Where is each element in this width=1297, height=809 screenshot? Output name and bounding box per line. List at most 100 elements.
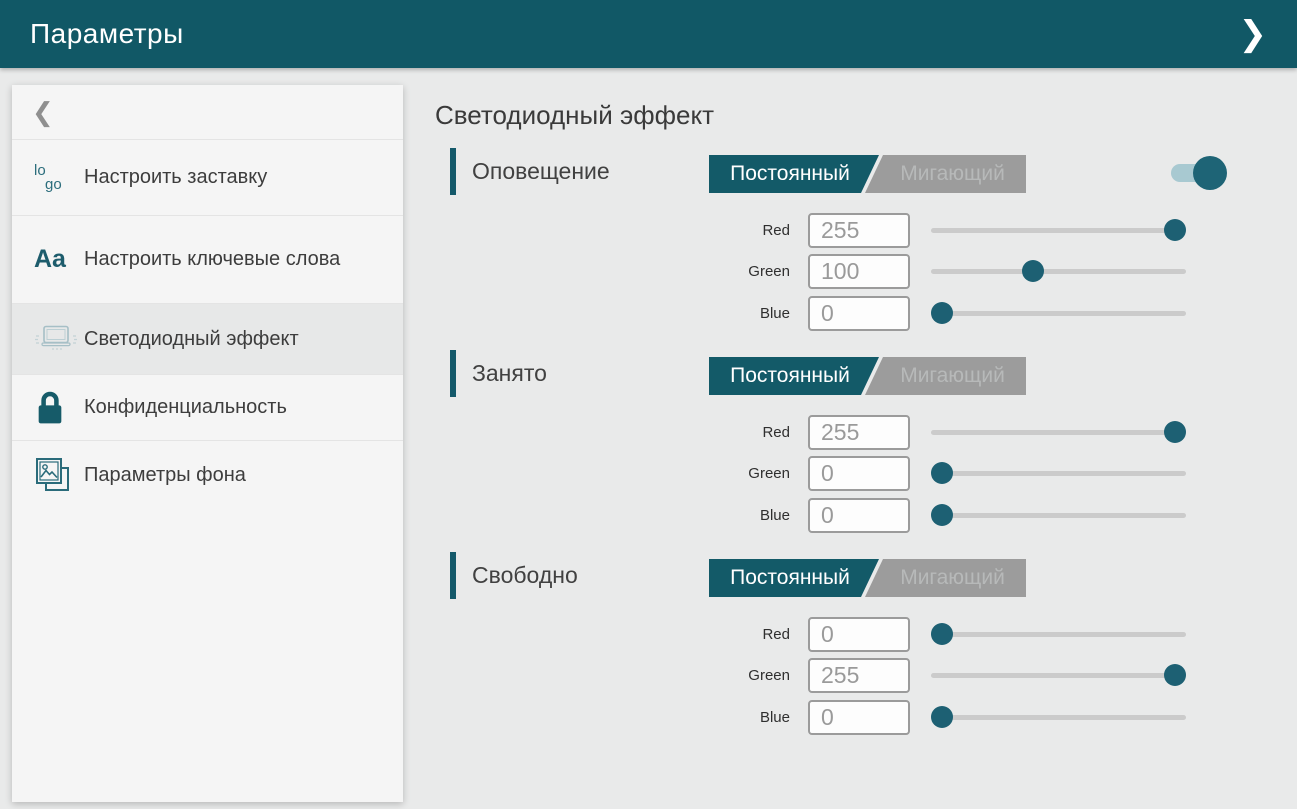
channel-row-green: Green xyxy=(435,456,1235,491)
green-slider[interactable] xyxy=(931,269,1186,274)
slider-track xyxy=(931,715,1186,720)
slider-track xyxy=(931,513,1186,518)
red-slider[interactable] xyxy=(931,632,1186,637)
red-label: Red xyxy=(435,617,790,652)
sidebar-item-label: Настроить ключевые слова xyxy=(84,246,360,273)
mode-blink-button[interactable]: Мигающий xyxy=(865,559,1026,597)
mode-solid-button[interactable]: Постоянный xyxy=(709,155,879,193)
mode-solid-button[interactable]: Постоянный xyxy=(709,357,879,395)
sidebar-item-label: Конфиденциальность xyxy=(84,394,307,421)
red-label: Red xyxy=(435,213,790,248)
back-chevron-icon[interactable]: ❮ xyxy=(12,85,403,139)
channel-row-red: Red xyxy=(435,415,1235,450)
slider-thumb[interactable] xyxy=(931,504,953,526)
channel-row-red: Red xyxy=(435,617,1235,652)
section-accent-bar xyxy=(450,350,456,397)
green-value-input[interactable] xyxy=(808,658,910,693)
sidebar-item-privacy[interactable]: Конфиденциальность xyxy=(12,374,403,440)
red-value-input[interactable] xyxy=(808,617,910,652)
channel-row-green: Green xyxy=(435,658,1235,693)
keywords-icon-text: Aa xyxy=(34,245,66,274)
sidebar-item-label: Параметры фона xyxy=(84,462,266,489)
slider-thumb[interactable] xyxy=(931,623,953,645)
blue-value-input[interactable] xyxy=(808,296,910,331)
toggle-knob xyxy=(1193,156,1227,190)
section-accent-bar xyxy=(450,148,456,195)
mode-blink-button[interactable]: Мигающий xyxy=(865,357,1026,395)
sidebar-item-screensaver[interactable]: logo Настроить заставку xyxy=(12,139,403,215)
sidebar-item-label: Светодиодный эффект xyxy=(84,326,319,353)
logo-icon-line2: go xyxy=(34,178,62,192)
blue-slider[interactable] xyxy=(931,311,1186,316)
red-slider[interactable] xyxy=(931,228,1186,233)
lock-icon xyxy=(34,390,84,426)
green-label: Green xyxy=(435,456,790,491)
blue-label: Blue xyxy=(435,498,790,533)
blue-label: Blue xyxy=(435,700,790,735)
channel-row-blue: Blue xyxy=(435,498,1235,533)
red-value-input[interactable] xyxy=(808,213,910,248)
blue-slider[interactable] xyxy=(931,513,1186,518)
settings-sidebar: ❮ logo Настроить заставку Aa Настроить к… xyxy=(12,85,403,802)
mode-solid-label: Постоянный xyxy=(730,162,850,186)
slider-track xyxy=(931,632,1186,637)
mode-segmented-control: Постоянный Мигающий xyxy=(709,357,1026,395)
sidebar-item-background[interactable]: Параметры фона xyxy=(12,440,403,509)
slider-track xyxy=(931,471,1186,476)
section-title: Занято xyxy=(472,350,547,397)
forward-chevron-icon[interactable]: ❯ xyxy=(1231,0,1276,68)
section-alert: Оповещение Постоянный Мигающий Red Green xyxy=(435,148,1235,288)
mode-blink-button[interactable]: Мигающий xyxy=(865,155,1026,193)
channel-row-green: Green xyxy=(435,254,1235,289)
red-label: Red xyxy=(435,415,790,450)
logo-icon-line1: lo xyxy=(34,162,46,179)
slider-thumb[interactable] xyxy=(1022,260,1044,282)
slider-thumb[interactable] xyxy=(1164,219,1186,241)
green-label: Green xyxy=(435,658,790,693)
section-accent-bar xyxy=(450,552,456,599)
section-title: Оповещение xyxy=(472,148,610,195)
blue-slider[interactable] xyxy=(931,715,1186,720)
alert-enabled-toggle[interactable] xyxy=(1171,156,1227,190)
slider-track xyxy=(931,228,1186,233)
slider-track xyxy=(931,430,1186,435)
keywords-icon: Aa xyxy=(34,245,84,274)
blue-value-input[interactable] xyxy=(808,700,910,735)
sidebar-item-label: Настроить заставку xyxy=(84,164,287,191)
mode-blink-label: Мигающий xyxy=(900,162,1005,186)
channel-row-blue: Blue xyxy=(435,700,1235,735)
green-slider[interactable] xyxy=(931,673,1186,678)
slider-thumb[interactable] xyxy=(931,302,953,324)
mode-solid-label: Постоянный xyxy=(730,566,850,590)
green-slider[interactable] xyxy=(931,471,1186,476)
slider-thumb[interactable] xyxy=(1164,421,1186,443)
green-value-input[interactable] xyxy=(808,456,910,491)
mode-solid-label: Постоянный xyxy=(730,364,850,388)
mode-segmented-control: Постоянный Мигающий xyxy=(709,155,1026,193)
settings-window: Параметры ❯ ❮ logo Настроить заставку Aa… xyxy=(0,0,1297,809)
led-screen-icon xyxy=(34,324,84,354)
title-bar: Параметры ❯ xyxy=(0,0,1297,68)
red-value-input[interactable] xyxy=(808,415,910,450)
blue-value-input[interactable] xyxy=(808,498,910,533)
sidebar-item-keywords[interactable]: Aa Настроить ключевые слова xyxy=(12,215,403,303)
section-free: Свободно Постоянный Мигающий Red Green xyxy=(435,552,1235,692)
background-images-icon xyxy=(34,456,84,494)
sidebar-item-led-effect[interactable]: Светодиодный эффект xyxy=(12,303,403,374)
section-title: Свободно xyxy=(472,552,578,599)
logo-icon: logo xyxy=(34,164,84,192)
slider-track xyxy=(931,673,1186,678)
slider-thumb[interactable] xyxy=(931,462,953,484)
slider-track xyxy=(931,311,1186,316)
slider-thumb[interactable] xyxy=(1164,664,1186,686)
slider-track xyxy=(931,269,1186,274)
slider-thumb[interactable] xyxy=(931,706,953,728)
mode-segmented-control: Постоянный Мигающий xyxy=(709,559,1026,597)
green-value-input[interactable] xyxy=(808,254,910,289)
content-title: Светодиодный эффект xyxy=(435,100,714,131)
section-busy: Занято Постоянный Мигающий Red Green xyxy=(435,350,1235,490)
mode-solid-button[interactable]: Постоянный xyxy=(709,559,879,597)
channel-row-blue: Blue xyxy=(435,296,1235,331)
red-slider[interactable] xyxy=(931,430,1186,435)
mode-blink-label: Мигающий xyxy=(900,364,1005,388)
